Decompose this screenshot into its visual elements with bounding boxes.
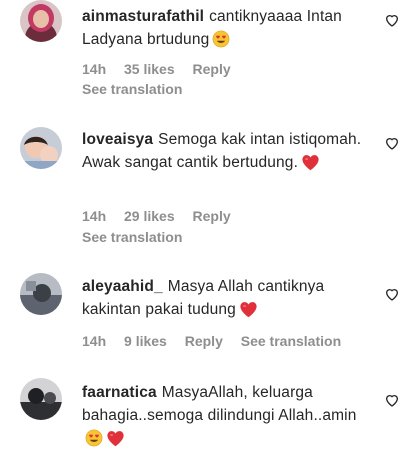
- avatar[interactable]: [20, 273, 62, 315]
- avatar[interactable]: [20, 127, 62, 169]
- comment-time: 14h: [82, 208, 107, 224]
- comment-username[interactable]: aleyaahid_: [82, 278, 163, 295]
- comment-time: 14h: [82, 333, 107, 349]
- red-heart-emoji: [239, 301, 258, 318]
- comment-username[interactable]: faarnatica: [82, 384, 157, 401]
- see-translation-link[interactable]: See translation: [241, 333, 341, 349]
- smiling-face-heart-eyes-emoji: [85, 429, 103, 447]
- comment-text: loveaisya Semoga kak intan istiqomah. Awa…: [82, 128, 372, 174]
- see-translation-link[interactable]: See translation: [82, 81, 182, 97]
- reply-button[interactable]: Reply: [193, 208, 231, 224]
- comment-likes-count[interactable]: 29 likes: [124, 208, 175, 224]
- comment-meta: 14h 9 likes Reply See translation: [82, 333, 355, 349]
- red-heart-emoji: [301, 154, 320, 171]
- comment-likes-count[interactable]: 9 likes: [124, 333, 167, 349]
- comment-text: ainmasturafathil cantiknyaaaa Intan Ladya…: [82, 5, 372, 51]
- comment-meta: 14h 29 likes Reply: [82, 208, 245, 224]
- comment-likes-count[interactable]: 35 likes: [124, 61, 175, 77]
- heart-outline-icon[interactable]: [384, 12, 400, 28]
- reply-button[interactable]: Reply: [193, 61, 231, 77]
- comment-text: faarnatica MasyaAllah, keluarga bahagia..…: [82, 381, 372, 450]
- comment-username[interactable]: ainmasturafathil: [82, 8, 204, 25]
- red-heart-emoji: [106, 430, 125, 447]
- comment-meta: 14h 35 likes Reply: [82, 61, 245, 77]
- reply-button[interactable]: Reply: [185, 333, 223, 349]
- smiling-face-heart-eyes-emoji: [212, 30, 230, 48]
- comment-time: 14h: [82, 61, 107, 77]
- comment-username[interactable]: loveaisya: [82, 131, 153, 148]
- avatar[interactable]: [20, 0, 62, 42]
- comment-text: aleyaahid_ Masya Allah cantiknya kakintan…: [82, 275, 372, 321]
- heart-outline-icon[interactable]: [384, 286, 400, 302]
- heart-outline-icon[interactable]: [384, 392, 400, 408]
- avatar[interactable]: [20, 378, 62, 420]
- heart-outline-icon[interactable]: [384, 135, 400, 151]
- see-translation-link[interactable]: See translation: [82, 229, 182, 245]
